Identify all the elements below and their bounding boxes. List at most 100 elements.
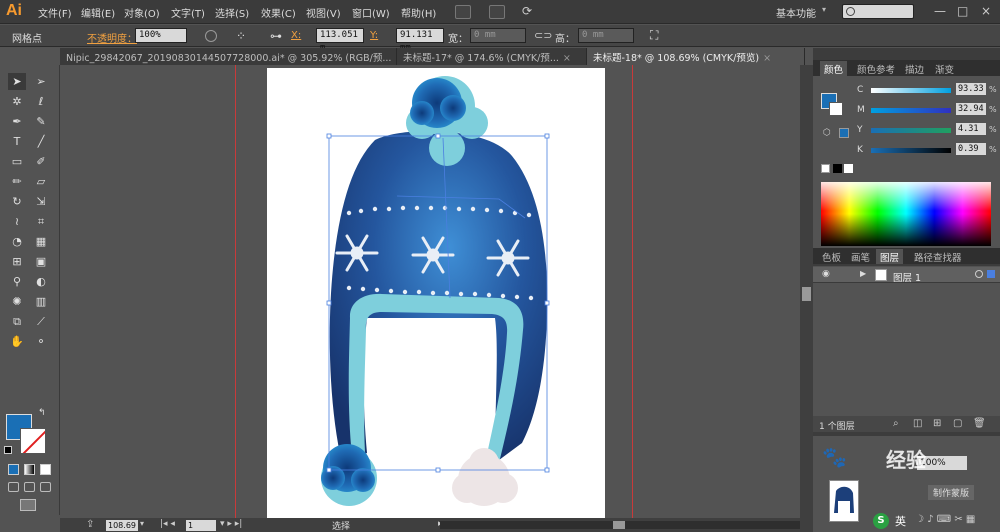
width-field[interactable]: 0 mm (470, 28, 526, 43)
magic-wand-tool-icon[interactable]: ✲ (8, 93, 26, 110)
none-color-swatch[interactable] (821, 164, 830, 173)
default-colors-icon[interactable] (4, 446, 12, 454)
artboard-tool-icon[interactable]: ⧉ (8, 313, 26, 330)
screen-mode-icon[interactable] (20, 499, 36, 511)
rectangle-tool-icon[interactable]: ▭ (8, 153, 26, 170)
tab-gradient[interactable]: 渐变 (931, 61, 958, 76)
eraser-tool-icon[interactable]: ▱ (32, 173, 50, 190)
y-label[interactable]: Y: (370, 30, 378, 41)
minimize-button[interactable]: — (934, 4, 946, 18)
transform-reference-icon[interactable]: ⁘ (236, 29, 246, 43)
zoom-dropdown-icon[interactable]: ▾ (140, 519, 144, 528)
zoom-tool-icon[interactable]: ⚬ (32, 333, 50, 350)
channel-m-slider[interactable] (871, 108, 951, 113)
shape-builder-tool-icon[interactable]: ◔ (8, 233, 26, 250)
vertical-scrollbar[interactable] (800, 65, 813, 518)
menu-effect[interactable]: 效果(C) (261, 5, 296, 20)
layer-name[interactable]: 图层 1 (893, 270, 921, 284)
channel-c-slider[interactable] (871, 88, 951, 93)
pencil-tool-icon[interactable]: ✏ (8, 173, 26, 190)
tab-color[interactable]: 颜色 (820, 61, 848, 76)
stroke-color-swatch[interactable] (20, 428, 46, 454)
channel-y-slider[interactable] (871, 128, 951, 133)
artboard[interactable] (267, 68, 605, 518)
height-field[interactable]: 0 mm (578, 28, 634, 43)
channel-k-slider[interactable] (871, 148, 951, 153)
layer-target-icon[interactable] (975, 270, 983, 278)
out-of-gamut-icon[interactable]: ⬡ (823, 128, 831, 138)
hat-illustration[interactable] (267, 68, 605, 518)
gradient-tool-icon[interactable]: ▣ (32, 253, 50, 270)
horizontal-scrollbar-thumb[interactable] (613, 521, 625, 529)
chevron-down-icon[interactable]: ▾ (822, 5, 826, 14)
gradient-mode-button[interactable] (24, 464, 35, 475)
menu-window[interactable]: 窗口(W) (352, 5, 390, 20)
ime-toolbar-icon[interactable]: ☽ ♪ ⌨ ✂ ▦ (915, 514, 975, 525)
clipping-mask-icon[interactable]: ◫ (913, 418, 922, 429)
menu-edit[interactable]: 编辑(E) (81, 5, 115, 20)
channel-c-field[interactable]: 93.33 (956, 83, 986, 95)
black-color-swatch[interactable] (833, 164, 842, 173)
warp-tool-icon[interactable]: ≀ (8, 213, 26, 230)
menu-type[interactable]: 文字(T) (171, 5, 205, 20)
opacity-label[interactable]: 不透明度： (87, 30, 137, 45)
ime-logo-icon[interactable]: S (873, 513, 889, 529)
swap-colors-icon[interactable]: ↰ (38, 408, 46, 418)
tab-document-nipic[interactable]: Nipic_29842067_20190830144507728000.ai* … (60, 48, 397, 65)
search-input[interactable] (842, 4, 914, 19)
tab-stroke[interactable]: 描边 (901, 61, 928, 76)
line-tool-icon[interactable]: ╱ (32, 133, 50, 150)
panel-stroke-swatch[interactable] (829, 102, 843, 116)
scrollbar-thumb[interactable] (802, 287, 811, 301)
y-field[interactable]: 91.131 mm (396, 28, 444, 53)
new-layer-icon[interactable]: ▢ (953, 418, 962, 429)
scale-tool-icon[interactable]: ⇲ (32, 193, 50, 210)
anchor-point-icon[interactable]: ⊶ (270, 29, 282, 43)
perspective-grid-tool-icon[interactable]: ▦ (32, 233, 50, 250)
draw-inside-icon[interactable] (40, 482, 51, 492)
locate-object-icon[interactable]: ⌕ (893, 418, 899, 429)
menu-file[interactable]: 文件(F) (38, 5, 72, 20)
mesh-tool-icon[interactable]: ⊞ (8, 253, 26, 270)
draw-behind-icon[interactable] (24, 482, 35, 492)
bridge-icon[interactable] (455, 5, 471, 19)
menu-object[interactable]: 对象(O) (124, 5, 160, 20)
close-icon[interactable]: × (763, 53, 771, 64)
blend-tool-icon[interactable]: ◐ (32, 273, 50, 290)
pen-tool-icon[interactable]: ✒ (8, 113, 26, 130)
close-icon[interactable]: × (563, 53, 571, 64)
menu-help[interactable]: 帮助(H) (401, 5, 436, 20)
symbol-sprayer-tool-icon[interactable]: ✺ (8, 293, 26, 310)
workspace-switcher[interactable]: 基本功能 (776, 5, 816, 20)
free-transform-tool-icon[interactable]: ⌗ (32, 213, 50, 230)
navigator-thumbnail[interactable] (829, 480, 859, 522)
page-field[interactable]: 1 (186, 520, 216, 531)
type-tool-icon[interactable]: T (8, 133, 26, 150)
direct-selection-tool-icon[interactable]: ➢ (32, 73, 50, 90)
recolor-icon[interactable] (205, 30, 217, 42)
slice-tool-icon[interactable]: ⟋ (32, 313, 50, 330)
new-sublayer-icon[interactable]: ⊞ (933, 418, 941, 429)
tab-color-guide[interactable]: 颜色参考 (853, 61, 899, 76)
link-icon[interactable]: ⊂⊃ (534, 29, 552, 42)
zoom-field[interactable]: 108.69 (106, 520, 138, 531)
opacity-field[interactable]: 100% (135, 28, 187, 43)
tab-swatches[interactable]: 色板 (818, 249, 845, 264)
maximize-button[interactable]: □ (957, 4, 968, 18)
trash-icon[interactable]: 🗑 (973, 418, 986, 429)
visibility-icon[interactable]: ◉ (822, 269, 830, 279)
white-color-swatch[interactable] (844, 164, 853, 173)
tab-pathfinder[interactable]: 路径查找器 (910, 249, 966, 264)
curvature-tool-icon[interactable]: ✎ (32, 113, 50, 130)
draw-normal-icon[interactable] (8, 482, 19, 492)
expand-arrow-icon[interactable]: ▶ (860, 269, 866, 278)
arrange-documents-icon[interactable] (489, 5, 505, 19)
none-mode-button[interactable] (40, 464, 51, 475)
paintbrush-tool-icon[interactable]: ✐ (32, 153, 50, 170)
close-button[interactable]: × (981, 4, 991, 18)
tab-document-18[interactable]: 未标题-18* @ 108.69% (CMYK/预览) × (587, 48, 805, 65)
x-label[interactable]: X: (291, 30, 301, 41)
gpu-performance-icon[interactable]: ⟳ (522, 4, 532, 18)
layer-row[interactable]: ◉ ▶ 图层 1 (813, 267, 1000, 284)
share-icon[interactable]: ⇪ (86, 519, 94, 530)
